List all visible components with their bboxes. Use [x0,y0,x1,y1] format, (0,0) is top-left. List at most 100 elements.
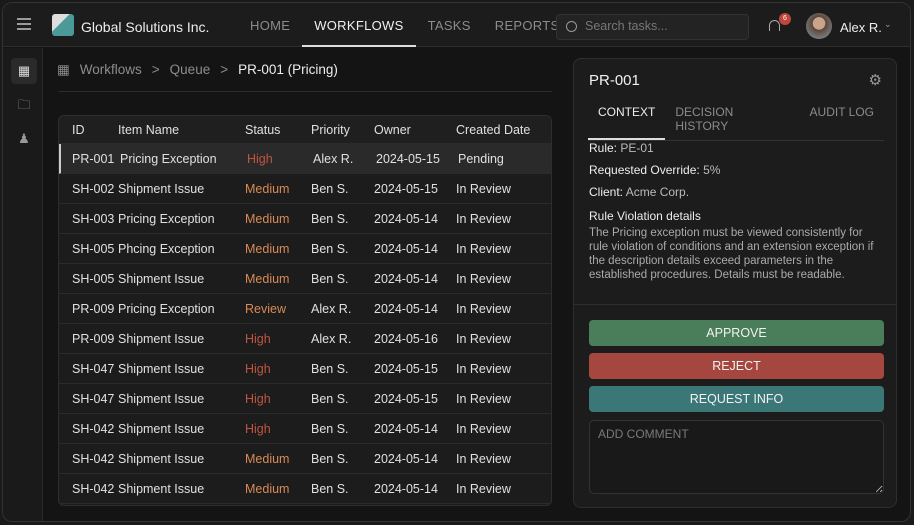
detail-title: PR-001 [589,72,640,89]
cell-item-name: Phcing Exception [118,241,215,256]
cell-priority: Alex R. [311,331,352,346]
cell-owner: 2024-05-14 [374,271,438,286]
dashboard-icon[interactable]: ▦ [11,58,37,84]
context-info: Rule: PE-01 Requested Override: 5% Clien… [589,141,884,282]
cell-created-date: In Review [456,181,511,196]
cell-id: PR-009 [72,301,115,316]
cell-item-name: Shipment Issue [118,391,205,406]
cell-owner: 2024-05-15 [374,361,438,376]
column-header-item-name[interactable]: Item Name [118,123,245,137]
menu-icon[interactable] [17,18,31,30]
cell-item-name: Pricing Exception [118,301,215,316]
override-label: Requested Override: [589,163,700,177]
cell-owner: 2024-05-16 [374,331,438,346]
gear-icon[interactable]: ⚙ [869,71,882,89]
cell-id: PR-001 [72,151,115,166]
table-row[interactable]: SH-005 Shipment Issue Medium Ben S. 2024-05-… [59,264,551,294]
cell-status: Medium [245,181,290,196]
table-row[interactable]: PR-001 Pricing Exception High Alex R. 2024-0… [59,144,551,174]
table-row[interactable]: SH-042 Shipment Issue High Ben S. 2024-05-14… [59,414,551,444]
override-value: 5% [703,163,721,177]
cell-id: SH-047 [72,391,115,406]
cell-created-date: In Review [456,391,511,406]
user-name[interactable]: Alex R. [840,20,882,35]
table-row[interactable]: SH-042 Shipment Issue Medium Ben S. 2024-05-… [59,444,551,474]
main-nav: HOME WORKFLOWS TASKS REPORTS [238,3,571,47]
table-header: ID Item Name Status Priority Owner Creat… [59,116,551,144]
approve-button[interactable]: APPROVE [589,320,884,346]
logo-icon [52,14,74,36]
cell-status: High [245,391,271,406]
cell-created-date: In Review [456,451,511,466]
cell-owner: 2024-05-14 [374,241,438,256]
violation-heading: Rule Violation details [589,209,701,223]
comment-input[interactable] [589,420,884,494]
search-icon [566,21,577,32]
divider [574,304,896,305]
cell-owner: 2024-05-14 [374,481,438,496]
cell-item-name: Pricing Exception [120,151,217,166]
column-header-priority[interactable]: Priority [311,123,374,137]
cell-priority: Ben S. [311,421,349,436]
nav-workflows[interactable]: WORKFLOWS [302,3,416,47]
cell-owner: 2024-05-14 [374,421,438,436]
cell-created-date: In Review [456,331,511,346]
tab-decision-history[interactable]: DECISION HISTORY [665,101,799,140]
cell-id: PR-009 [72,331,115,346]
cell-priority: Alex R. [311,301,352,316]
cell-owner: 2024-05-15 [374,391,438,406]
column-header-status[interactable]: Status [245,123,311,137]
folder-icon[interactable]: 🗀 [11,92,37,118]
violation-text: The Pricing exception must be viewed con… [589,227,874,281]
users-icon[interactable]: ♟ [11,126,37,152]
cell-status: Medium [245,451,290,466]
table-row[interactable]: PR-009 Shipment Issue High Alex R. 2024-05-1… [59,324,551,354]
column-header-owner[interactable]: Owner [374,123,456,137]
search-input[interactable] [585,19,745,33]
cell-item-name: Shipment Issue [118,481,205,496]
bell-icon[interactable] [769,20,780,31]
cell-item-name: Shipment Issue [118,361,205,376]
app-window: Global Solutions Inc. HOME WORKFLOWS TAS… [2,2,911,522]
breadcrumb-separator: > [151,62,160,77]
nav-tasks[interactable]: TASKS [416,3,483,47]
cell-status: High [245,331,271,346]
cell-created-date: In Review [456,421,511,436]
reject-button[interactable]: REJECT [589,353,884,379]
cell-priority: Alex R. [313,151,354,166]
cell-item-name: Shipment Issue [118,331,205,346]
nav-home[interactable]: HOME [238,3,302,47]
table-row[interactable]: PR-009 Pricing Exception Review Alex R. 2024… [59,294,551,324]
brand-name: Global Solutions Inc. [81,19,210,35]
divider [58,91,552,92]
cell-item-name: Shipment Issue [118,181,205,196]
cell-status: Review [245,301,286,316]
cell-id: SH-042 [72,481,115,496]
column-header-id[interactable]: ID [59,123,118,137]
cell-status: High [247,151,273,166]
column-header-created-date[interactable]: Created Date [456,123,551,137]
cell-id: SH-005 [72,271,115,286]
cell-priority: Ben S. [311,181,349,196]
cell-item-name: Pricing Exception [118,211,215,226]
cell-status: Medium [245,211,290,226]
request-info-button[interactable]: REQUEST INFO [589,386,884,412]
breadcrumb-workflows[interactable]: Workflows [80,62,142,78]
tab-audit-log[interactable]: AUDIT LOG [800,101,884,140]
cell-id: SH-003 [72,211,115,226]
table-row[interactable]: SH-047 Shipment Issue High Ben S. 2024-05-15… [59,354,551,384]
cell-created-date: In Review [456,481,511,496]
tab-context[interactable]: CONTEXT [588,101,666,140]
chevron-down-icon[interactable]: ⌄ [884,19,892,30]
table-row[interactable]: SH-047 Shipment Issue High Ben S. 2024-05-15… [59,384,551,414]
table-row[interactable]: SH-042 Shipment Issue Medium Ben S. 2024-05-… [59,474,551,504]
table-row[interactable]: SH-005 Phcing Exception Medium Ben S. 2024-0… [59,234,551,264]
table-row[interactable]: SH-003 Pricing Exception Medium Ben S. 2024-… [59,204,551,234]
avatar[interactable] [806,13,832,39]
cell-created-date: In Review [456,211,511,226]
notification-badge: 6 [779,13,791,25]
cell-id: SH-005 [72,241,115,256]
breadcrumb-queue[interactable]: Queue [170,62,211,78]
cell-item-name: Shipment Issue [118,271,205,286]
table-row[interactable]: SH-002 Shipment Issue Medium Ben S. 2024-05-… [59,174,551,204]
